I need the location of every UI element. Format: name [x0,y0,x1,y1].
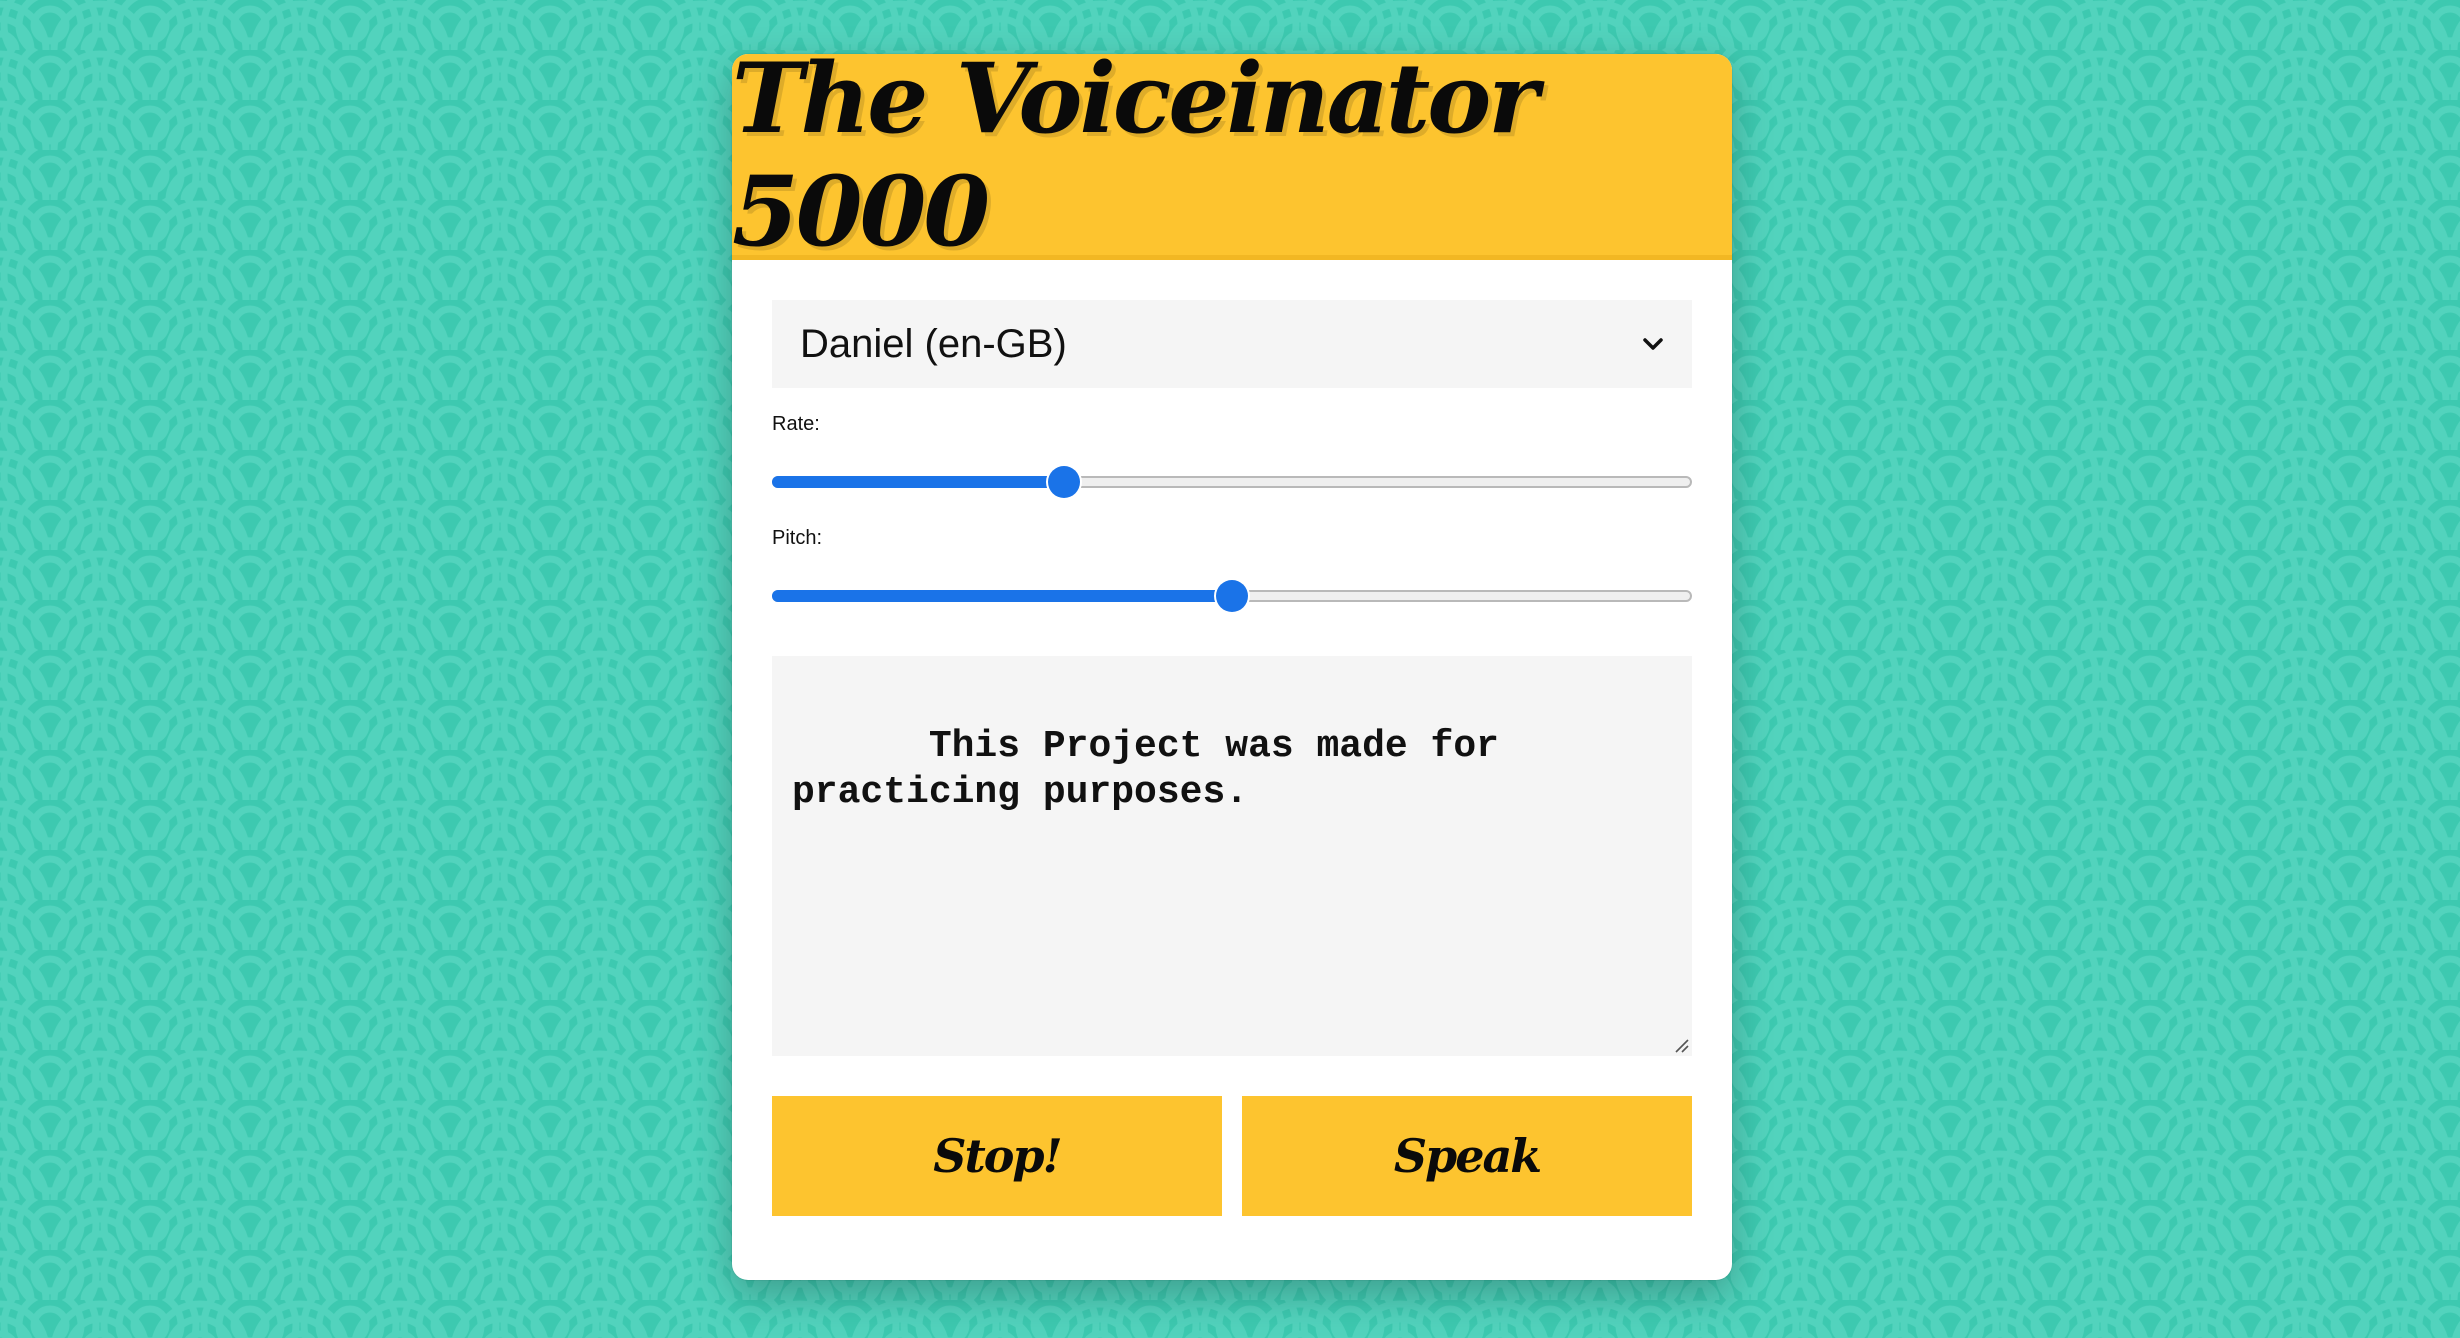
rate-slider-thumb[interactable] [1048,466,1080,498]
action-buttons: Stop! Speak [772,1096,1692,1216]
pitch-slider-thumb[interactable] [1216,580,1248,612]
voiceinator-panel: The Voiceinator 5000 Daniel (en-GB) Rate… [732,54,1732,1280]
controls: Daniel (en-GB) Rate: Pitch: This Project… [732,300,1732,1216]
chevron-down-icon [1643,338,1663,350]
voice-select[interactable]: Daniel (en-GB) [772,300,1692,388]
message-textarea[interactable]: This Project was made for practicing pur… [772,656,1692,1056]
rate-slider-fill [772,476,1064,488]
speak-button[interactable]: Speak [1242,1096,1692,1216]
resize-grip-icon[interactable] [1672,1036,1690,1054]
pitch-slider-fill [772,590,1232,602]
app-title: The Voiceinator 5000 [732,54,1539,268]
pitch-label: Pitch: [772,527,823,549]
app-header: The Voiceinator 5000 [732,54,1732,268]
message-text: This Project was made for practicing pur… [792,725,1522,814]
rate-label: Rate: [772,413,820,435]
voice-select-value: Daniel (en-GB) [800,321,1067,366]
pitch-slider[interactable] [772,576,1692,616]
stop-button[interactable]: Stop! [772,1096,1222,1216]
rate-slider[interactable] [772,462,1692,502]
